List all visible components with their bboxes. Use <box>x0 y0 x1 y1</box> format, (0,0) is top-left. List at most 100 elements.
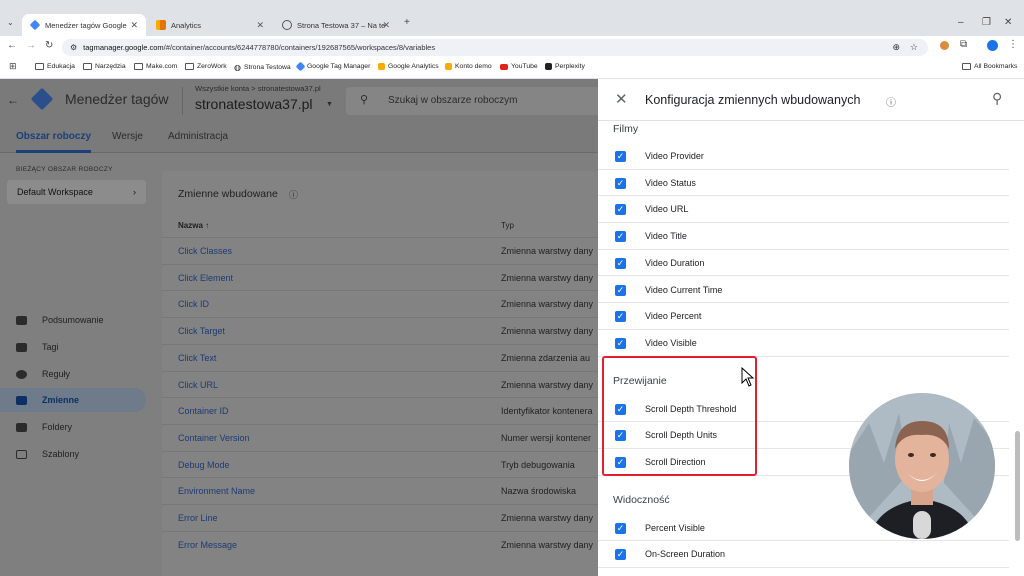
container-name[interactable]: stronatestowa37.pl <box>195 96 313 112</box>
table-row[interactable]: Container Version Numer wersji kontener <box>162 423 598 451</box>
variable-name[interactable]: Container Version <box>178 433 250 443</box>
forward-icon[interactable]: → <box>26 40 36 51</box>
help-icon[interactable]: ⓘ <box>886 94 896 109</box>
tab-workspace[interactable]: Obszar roboczy <box>16 131 92 153</box>
variable-name[interactable]: Error Line <box>178 513 218 523</box>
bookmark-strona[interactable]: ◍ Strona Testowa <box>234 63 291 72</box>
variable-name[interactable]: Click Classes <box>178 246 232 256</box>
back-arrow-icon[interactable]: ← <box>7 93 19 107</box>
checkbox[interactable]: ✓ <box>615 231 626 243</box>
tab-strona[interactable]: Strona Testowa 37 – Na tej stro ✕ <box>274 14 398 36</box>
variable-name[interactable]: Environment Name <box>178 486 255 496</box>
list-item[interactable]: ✓ On-Screen Duration <box>598 541 1009 569</box>
scrollbar[interactable] <box>1015 431 1020 541</box>
variable-name[interactable]: Debug Mode <box>178 460 230 470</box>
table-row[interactable]: Click Element Zmienna warstwy dany <box>162 263 598 291</box>
checkbox[interactable]: ✓ <box>615 522 626 534</box>
nav-summary[interactable]: Podsumowanie <box>0 308 146 332</box>
zoom-icon[interactable]: ⊕ <box>892 42 900 53</box>
all-bookmarks[interactable]: All Bookmarks <box>962 63 1017 70</box>
bookmark-konto-demo[interactable]: Konto demo <box>445 63 492 70</box>
nav-label: Reguły <box>42 369 71 379</box>
back-icon[interactable]: ← <box>7 40 17 51</box>
tab-search-icon[interactable]: ⌄ <box>7 18 14 27</box>
variable-name[interactable]: Click ID <box>178 299 209 309</box>
dropdown-icon[interactable]: ▼ <box>326 101 333 108</box>
nav-variables[interactable]: Zmienne <box>0 388 146 412</box>
checkbox[interactable]: ✓ <box>615 549 626 561</box>
list-item[interactable]: ✓ Video Status <box>598 170 1009 197</box>
bookmark-zerowork[interactable]: ZeroWork <box>185 63 227 70</box>
table-row[interactable]: Click URL Zmienna warstwy dany <box>162 370 598 398</box>
tab-admin[interactable]: Administracja <box>168 131 228 142</box>
table-row[interactable]: Debug Mode Tryb debugowania <box>162 450 598 478</box>
apps-icon[interactable]: ⊞ <box>9 61 17 72</box>
checkbox[interactable]: ✓ <box>615 177 626 189</box>
list-item[interactable]: ✓ Video Provider <box>598 143 1009 170</box>
table-row[interactable]: Error Message Zmienna warstwy dany <box>162 530 598 558</box>
variable-name[interactable]: Error Message <box>178 540 237 550</box>
help-icon[interactable]: ⓘ <box>289 188 298 201</box>
table-row[interactable]: Error Line Zmienna warstwy dany <box>162 504 598 531</box>
list-item[interactable]: ✓ Video Current Time <box>598 277 1009 304</box>
restore-icon[interactable]: ❐ <box>982 17 991 28</box>
nav-tags[interactable]: Tagi <box>0 335 146 359</box>
search-box[interactable]: ⚲ Szukaj w obszarze roboczym <box>346 87 598 115</box>
variable-name[interactable]: Click URL <box>178 380 218 390</box>
site-settings-icon[interactable]: ⚙ <box>70 43 77 52</box>
list-item[interactable]: ✓ Video URL <box>598 196 1009 224</box>
close-icon[interactable]: ✕ <box>130 20 138 31</box>
table-row[interactable]: Click Target Zmienna warstwy dany <box>162 317 598 344</box>
variable-name[interactable]: Container ID <box>178 406 229 416</box>
nav-templates[interactable]: Szablony <box>0 442 146 466</box>
close-icon[interactable]: ✕ <box>256 20 264 31</box>
tab-analytics[interactable]: Analytics ✕ <box>148 14 272 36</box>
window-close-icon[interactable]: ✕ <box>1004 17 1012 28</box>
list-item[interactable]: ✓ Video Percent <box>598 303 1009 330</box>
workspace-selector[interactable]: Default Workspace › <box>7 180 146 204</box>
variable-name[interactable]: Click Element <box>178 273 233 283</box>
list-item[interactable]: ✓ Video Duration <box>598 250 1009 277</box>
close-icon[interactable]: ✕ <box>615 90 628 108</box>
list-item[interactable]: ✓ Video Title <box>598 223 1009 250</box>
address-bar[interactable]: ⚙ tagmanager.google.com /#/container/acc… <box>62 39 928 56</box>
menu-icon[interactable]: ⋮ <box>1008 39 1018 50</box>
checkbox[interactable]: ✓ <box>615 257 626 269</box>
table-row[interactable]: Click Classes Zmienna warstwy dany <box>162 237 598 264</box>
variable-name[interactable]: Click Target <box>178 326 225 336</box>
checkbox[interactable]: ✓ <box>615 311 626 323</box>
close-icon[interactable]: ✕ <box>382 20 390 31</box>
puzzle-icon[interactable]: ⧉ <box>960 39 967 50</box>
checkbox[interactable]: ✓ <box>615 337 626 349</box>
table-row[interactable]: Container ID Identyfikator kontenera <box>162 397 598 424</box>
breadcrumb[interactable]: Wszystkie konta > stronatestowa37.pl <box>195 84 321 93</box>
star-icon[interactable]: ☆ <box>910 42 918 53</box>
checkbox[interactable]: ✓ <box>615 284 626 296</box>
col-name-header[interactable]: Nazwa ↑ <box>178 221 209 230</box>
table-row[interactable]: Click Text Zmienna zdarzenia au <box>162 343 598 371</box>
checkbox[interactable]: ✓ <box>615 204 626 216</box>
bookmark-narzedzia[interactable]: Narzędzia <box>83 63 126 70</box>
tab-versions[interactable]: Wersje <box>112 131 143 142</box>
bookmark-perplexity[interactable]: Perplexity <box>545 63 585 70</box>
new-tab-icon[interactable]: + <box>404 17 410 28</box>
nav-folders[interactable]: Foldery <box>0 415 146 439</box>
bookmark-analytics[interactable]: Google Analytics <box>378 63 439 70</box>
bookmark-youtube[interactable]: YouTube <box>500 63 538 70</box>
bookmark-make[interactable]: Make.com <box>134 63 177 70</box>
nav-triggers[interactable]: Reguły <box>0 362 146 386</box>
extension-icon[interactable] <box>940 41 949 50</box>
minimize-icon[interactable]: – <box>958 17 964 28</box>
table-row[interactable]: Click ID Zmienna warstwy dany <box>162 290 598 317</box>
bookmark-edukacja[interactable]: Edukacja <box>35 63 75 70</box>
variable-label: On-Screen Duration <box>645 549 726 560</box>
tab-gtm[interactable]: Menedżer tagów Google ✕ <box>22 14 146 36</box>
list-item[interactable]: ✓ Video Visible <box>598 330 1009 357</box>
variable-name[interactable]: Click Text <box>178 353 216 363</box>
profile-icon[interactable] <box>987 40 998 51</box>
checkbox[interactable]: ✓ <box>615 151 626 162</box>
table-row[interactable]: Environment Name Nazwa środowiska <box>162 477 598 504</box>
search-icon[interactable]: ⚲ <box>992 90 1002 107</box>
bookmark-gtm[interactable]: Google Tag Manager <box>295 61 370 72</box>
reload-icon[interactable]: ↻ <box>45 40 53 51</box>
